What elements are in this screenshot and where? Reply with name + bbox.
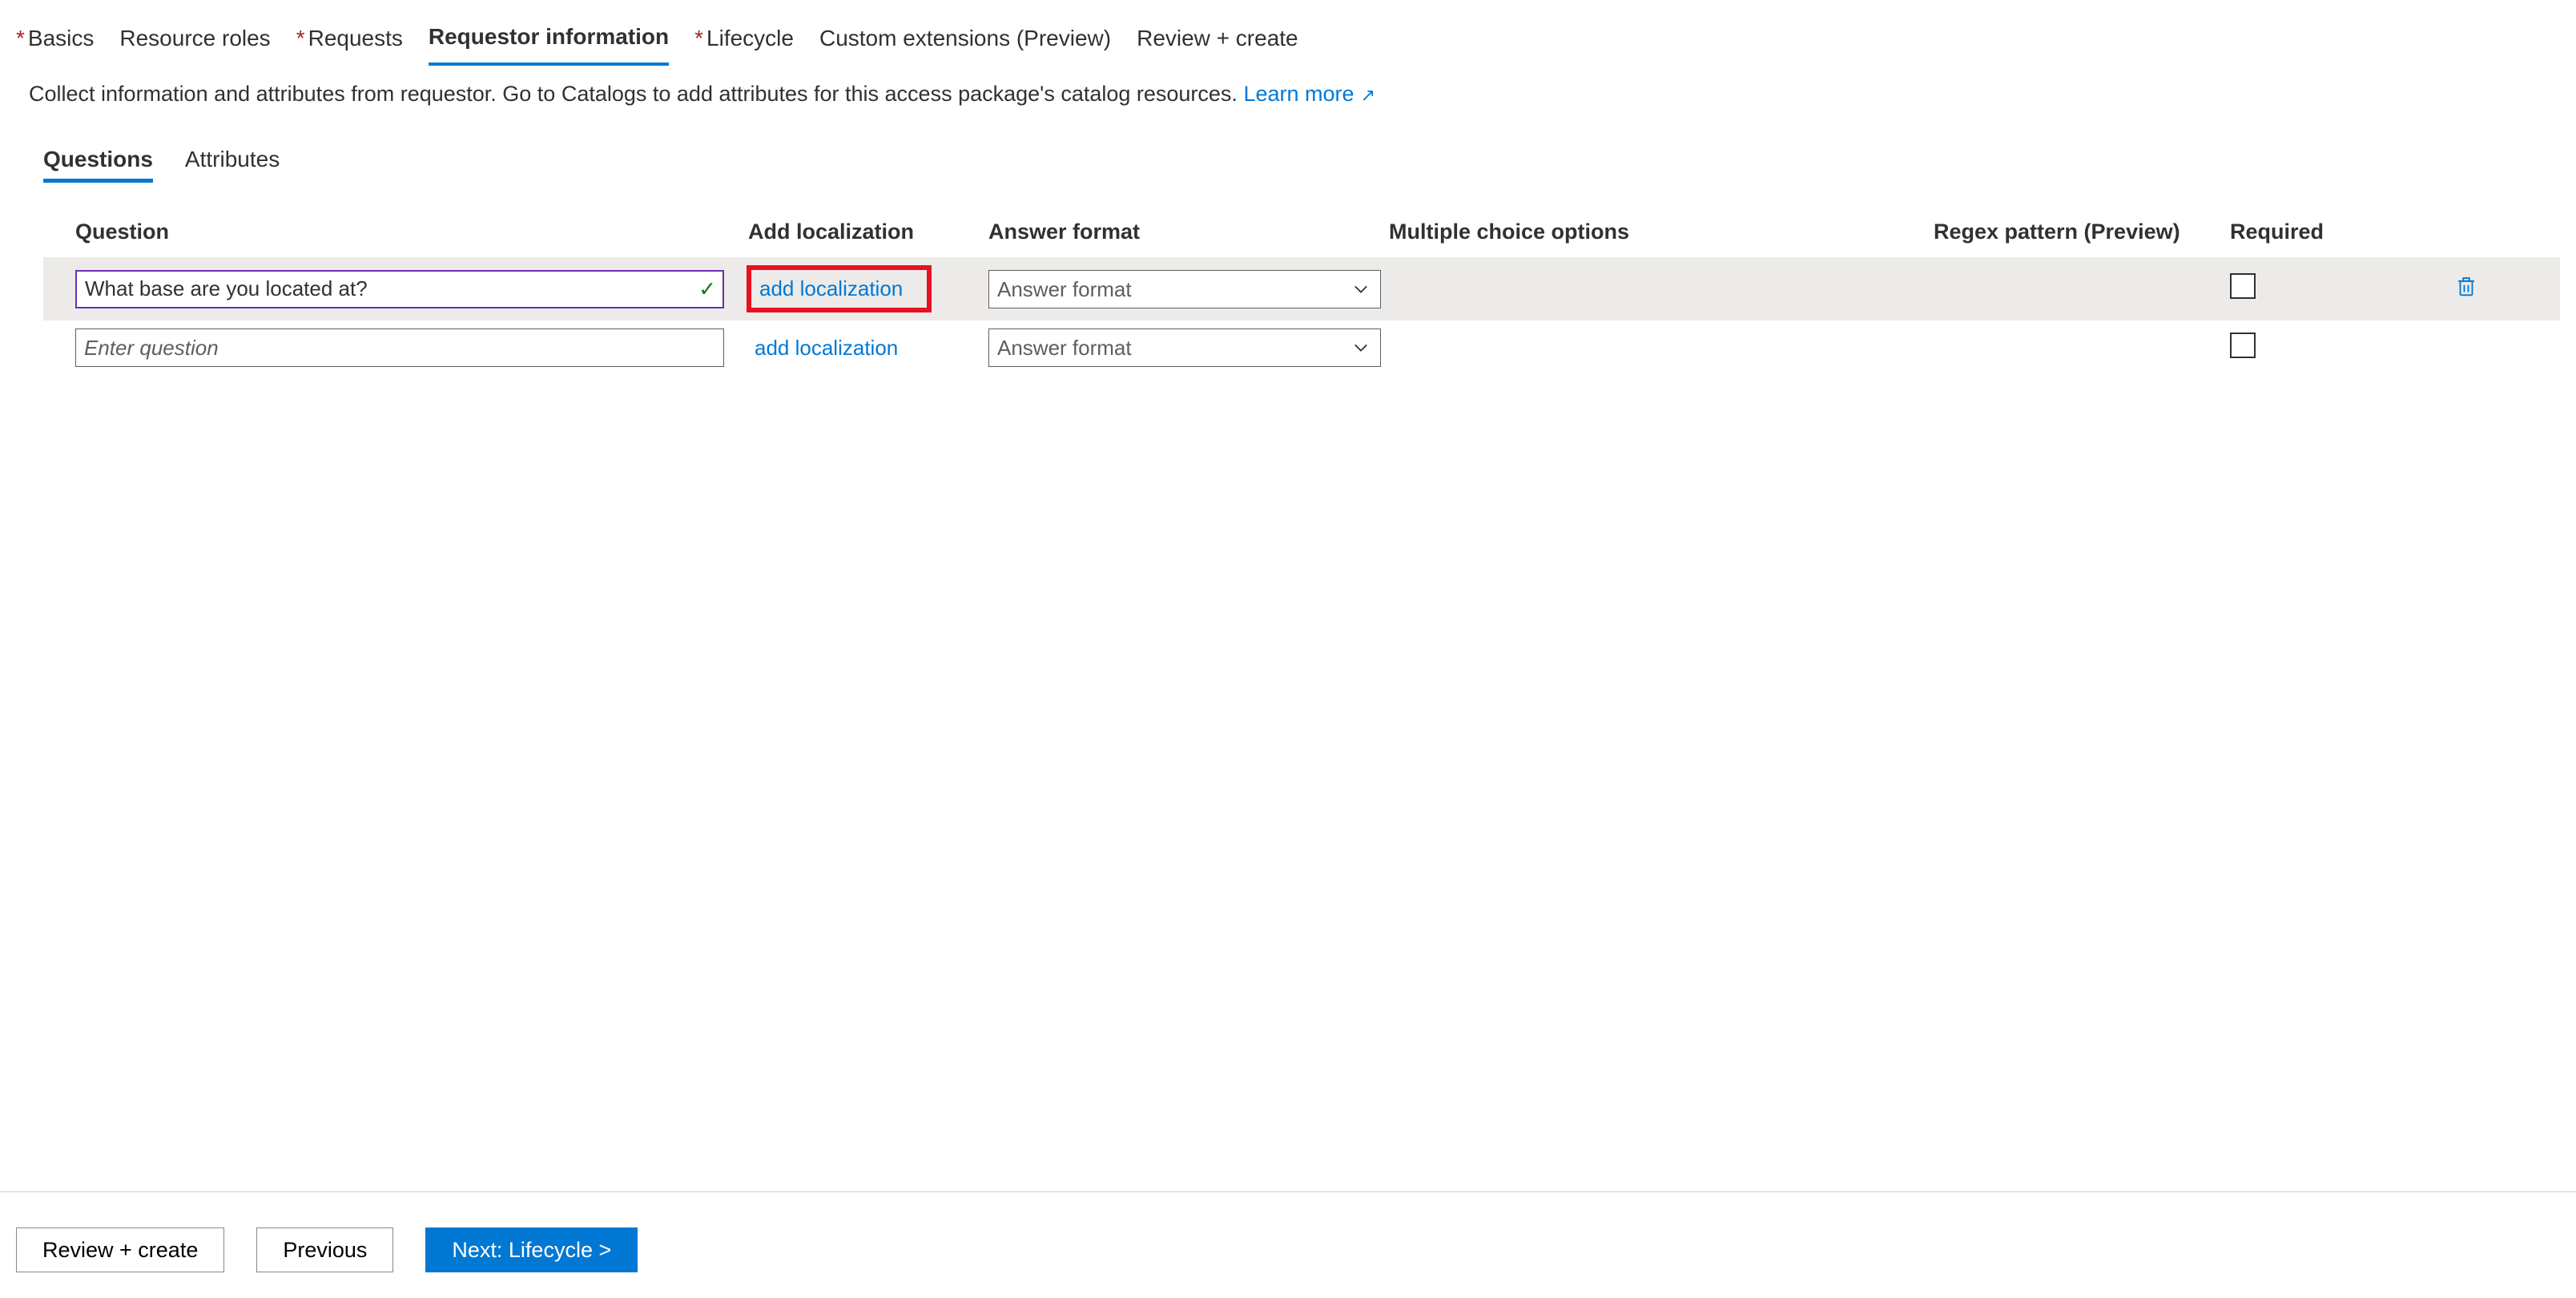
tab-basics[interactable]: *Basics bbox=[16, 21, 94, 64]
description-text: Collect information and attributes from … bbox=[29, 82, 1238, 106]
tab-lifecycle[interactable]: *Lifecycle bbox=[694, 21, 794, 64]
question-row: add localization Answer format bbox=[43, 320, 2560, 375]
review-create-button[interactable]: Review + create bbox=[16, 1227, 224, 1272]
tab-custom-extensions[interactable]: Custom extensions (Preview) bbox=[819, 21, 1111, 64]
question-input[interactable] bbox=[75, 270, 724, 308]
col-multiple-choice: Multiple choice options bbox=[1389, 220, 1934, 244]
col-add-localization: Add localization bbox=[748, 220, 988, 244]
required-checkbox[interactable] bbox=[2230, 333, 2256, 358]
answer-format-select[interactable]: Answer format bbox=[988, 270, 1381, 308]
delete-icon[interactable] bbox=[2454, 277, 2478, 304]
wizard-tabs: *Basics Resource roles *Requests Request… bbox=[0, 0, 2576, 66]
tab-lifecycle-label: Lifecycle bbox=[706, 26, 794, 50]
col-required: Required bbox=[2230, 220, 2454, 244]
table-header-row: Question Add localization Answer format … bbox=[43, 207, 2560, 257]
question-row: ✓ add localization Answer format bbox=[43, 257, 2560, 320]
tab-resource-roles-label: Resource roles bbox=[119, 26, 270, 50]
sub-tabs: Questions Attributes bbox=[0, 107, 2576, 183]
tab-resource-roles[interactable]: Resource roles bbox=[119, 21, 270, 64]
footer-divider bbox=[0, 1191, 2576, 1192]
add-localization-link[interactable]: add localization bbox=[755, 336, 898, 360]
page-description: Collect information and attributes from … bbox=[0, 66, 2576, 107]
add-localization-link[interactable]: add localization bbox=[759, 276, 903, 300]
tab-review-create[interactable]: Review + create bbox=[1137, 21, 1298, 64]
required-checkbox[interactable] bbox=[2230, 273, 2256, 299]
footer-bar: Review + create Previous Next: Lifecycle… bbox=[16, 1227, 638, 1272]
tab-requests[interactable]: *Requests bbox=[296, 21, 403, 64]
external-link-icon: ↗ bbox=[1356, 85, 1376, 105]
col-answer-format: Answer format bbox=[988, 220, 1389, 244]
col-regex: Regex pattern (Preview) bbox=[1934, 220, 2230, 244]
tab-review-create-label: Review + create bbox=[1137, 26, 1298, 50]
previous-button[interactable]: Previous bbox=[256, 1227, 393, 1272]
answer-format-select[interactable]: Answer format bbox=[988, 329, 1381, 367]
tab-basics-label: Basics bbox=[28, 26, 94, 50]
tab-custom-extensions-label: Custom extensions (Preview) bbox=[819, 26, 1111, 50]
tab-requestor-info-label: Requestor information bbox=[429, 24, 669, 49]
add-localization-highlight: add localization bbox=[747, 265, 932, 312]
tab-requestor-info[interactable]: Requestor information bbox=[429, 19, 669, 66]
question-input[interactable] bbox=[75, 329, 724, 367]
learn-more-link[interactable]: Learn more ↗ bbox=[1243, 82, 1375, 106]
subtab-attributes[interactable]: Attributes bbox=[185, 147, 280, 183]
next-button[interactable]: Next: Lifecycle > bbox=[425, 1227, 638, 1272]
subtab-questions[interactable]: Questions bbox=[43, 147, 153, 183]
col-question: Question bbox=[75, 220, 748, 244]
questions-table: Question Add localization Answer format … bbox=[0, 183, 2576, 375]
tab-requests-label: Requests bbox=[308, 26, 403, 50]
